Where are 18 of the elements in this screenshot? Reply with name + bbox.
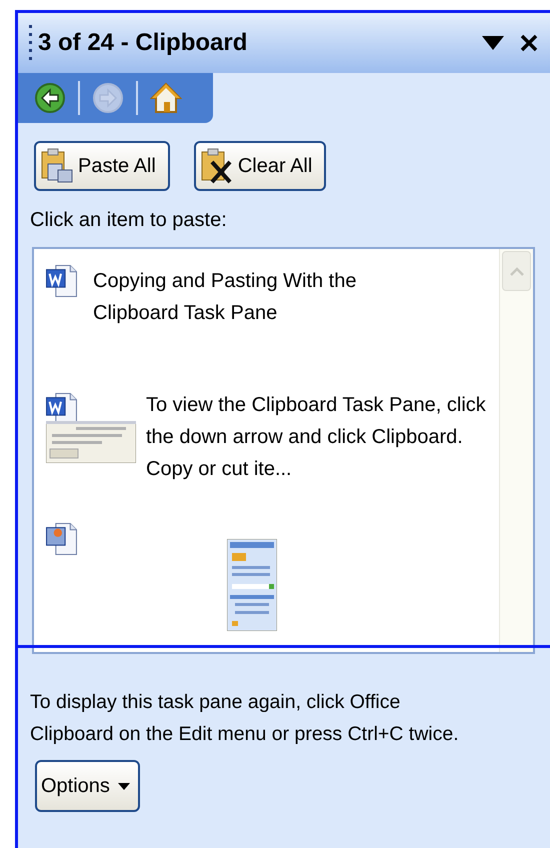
pane-title: 3 of 24 - Clipboard <box>38 28 248 58</box>
clipboard-item[interactable]: Copying and Pasting With the Clipboard Task Pane <box>46 265 487 393</box>
paste-all-button[interactable]: Paste All <box>34 141 170 191</box>
word-document-icon <box>46 265 77 297</box>
dropdown-arrow-icon <box>118 782 130 790</box>
scrollbar[interactable] <box>499 249 533 652</box>
dropdown-arrow-icon[interactable] <box>482 36 504 50</box>
instruction-text: Click an item to paste: <box>29 208 228 233</box>
clear-all-button[interactable]: Clear All <box>194 141 326 191</box>
clipboard-icon <box>40 148 74 184</box>
help-text: To display this task pane again, click Office Clipboard on the Edit menu or press Ctrl+C twice. <box>29 690 460 747</box>
options-button[interactable]: Options <box>35 760 140 812</box>
close-icon[interactable] <box>520 34 538 52</box>
clear-clipboard-icon <box>200 148 234 184</box>
clipboard-item[interactable]: To view the Clipboard Task Pane, click the down arrow and click Clipboard. Copy or cut ite... <box>46 393 487 523</box>
home-icon[interactable] <box>150 81 182 115</box>
picture-document-icon <box>46 523 77 555</box>
drag-handle-icon[interactable] <box>28 23 34 63</box>
